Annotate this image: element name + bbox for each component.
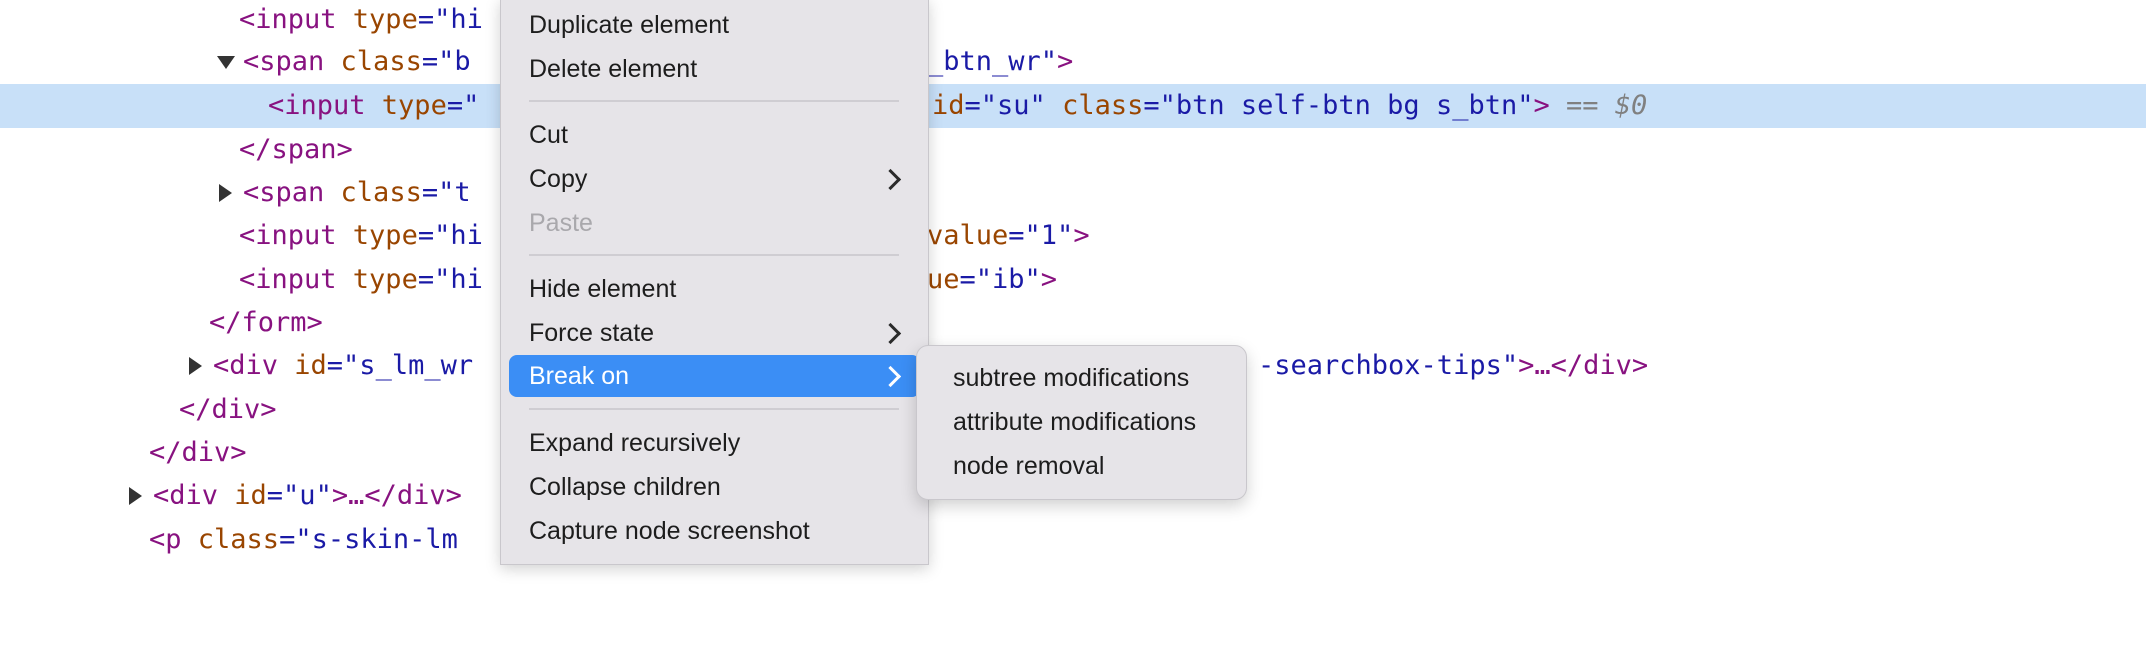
chevron-right-icon [879, 168, 902, 191]
menu-item-copy[interactable]: Copy [509, 158, 920, 200]
menu-item-label: Delete element [529, 55, 698, 83]
submenu-item-label: subtree modifications [953, 364, 1190, 392]
code-text: </div> [149, 437, 247, 468]
code-text: <input type="hi [239, 220, 483, 251]
menu-item-label: Cut [529, 121, 568, 149]
menu-item-break-on[interactable]: Break on [509, 355, 920, 397]
dom-node-line[interactable]: </form> [0, 301, 2146, 345]
context-menu: Duplicate element Delete element Cut Cop… [500, 0, 929, 565]
code-text: <span class="t [243, 177, 471, 208]
code-text-tail: id="su" class="btn self-btn bg s_btn"> =… [932, 90, 1648, 121]
menu-item-label: Paste [529, 209, 593, 237]
submenu-item-subtree-modifications[interactable]: subtree modifications [925, 357, 1238, 399]
break-on-submenu: subtree modifications attribute modifica… [916, 345, 1247, 500]
menu-item-cut[interactable]: Cut [509, 114, 920, 156]
dom-node-line[interactable]: <input type="hi [0, 0, 2146, 42]
code-text: </form> [209, 307, 323, 338]
menu-item-force-state[interactable]: Force state [509, 312, 920, 354]
code-text: </span> [239, 134, 353, 165]
chevron-right-icon [879, 322, 902, 345]
menu-separator [529, 408, 899, 410]
menu-item-hide-element[interactable]: Hide element [509, 268, 920, 310]
menu-item-delete-element[interactable]: Delete element [509, 48, 920, 90]
menu-separator [529, 100, 899, 102]
code-text-tail: _btn_wr"> [927, 46, 1074, 77]
menu-item-label: Capture node screenshot [529, 517, 810, 545]
code-text: <div id="s_lm_wr [213, 350, 474, 381]
code-text-tail: ue="ib"> [927, 264, 1058, 295]
submenu-item-attribute-modifications[interactable]: attribute modifications [925, 401, 1238, 443]
code-text: <span class="b [243, 46, 471, 77]
submenu-item-label: node removal [953, 452, 1105, 480]
menu-item-capture-node-screenshot[interactable]: Capture node screenshot [509, 510, 920, 552]
submenu-item-node-removal[interactable]: node removal [925, 445, 1238, 487]
code-text: <div id="u">…</div> [153, 480, 462, 511]
menu-separator [529, 254, 899, 256]
chevron-right-icon [879, 365, 902, 388]
menu-item-collapse-children[interactable]: Collapse children [509, 466, 920, 508]
code-text-tail: value="1"> [927, 220, 1090, 251]
menu-item-label: Hide element [529, 275, 677, 303]
dom-node-line[interactable]: <input type="hi ue="ib"> [0, 258, 2146, 302]
code-text-tail: -searchbox-tips">…</div> [1258, 350, 1649, 381]
code-text: </div> [179, 394, 277, 425]
dom-node-line[interactable]: <input type="hi value="1"> [0, 214, 2146, 258]
disclosure-triangle-icon[interactable] [219, 184, 232, 202]
menu-item-label: Collapse children [529, 473, 721, 501]
code-text: <p class="s-skin-lm [149, 524, 458, 555]
submenu-item-label: attribute modifications [953, 408, 1197, 436]
dom-node-line[interactable]: </span> [0, 128, 2146, 172]
disclosure-triangle-icon[interactable] [129, 487, 142, 505]
disclosure-triangle-icon[interactable] [189, 357, 202, 375]
menu-item-label: Break on [529, 362, 630, 390]
dom-node-line[interactable]: <span class="b _btn_wr"> [0, 40, 2146, 84]
menu-item-label: Duplicate element [529, 11, 730, 39]
code-text: <input type="hi [239, 264, 483, 295]
menu-item-label: Expand recursively [529, 429, 741, 457]
menu-item-duplicate-element[interactable]: Duplicate element [509, 4, 920, 46]
code-text: <input type=" [268, 90, 480, 121]
menu-item-expand-recursively[interactable]: Expand recursively [509, 422, 920, 464]
menu-item-paste: Paste [509, 202, 920, 244]
code-text: <input type="hi [239, 4, 483, 35]
dom-node-line-selected[interactable]: <input type=" id="su" class="btn self-bt… [0, 84, 2146, 128]
menu-item-label: Force state [529, 319, 655, 347]
disclosure-triangle-icon[interactable] [217, 56, 235, 69]
dom-node-line[interactable]: <span class="t [0, 171, 2146, 215]
dom-node-line[interactable]: <p class="s-skin-lm [0, 518, 2146, 562]
menu-item-label: Copy [529, 165, 588, 193]
